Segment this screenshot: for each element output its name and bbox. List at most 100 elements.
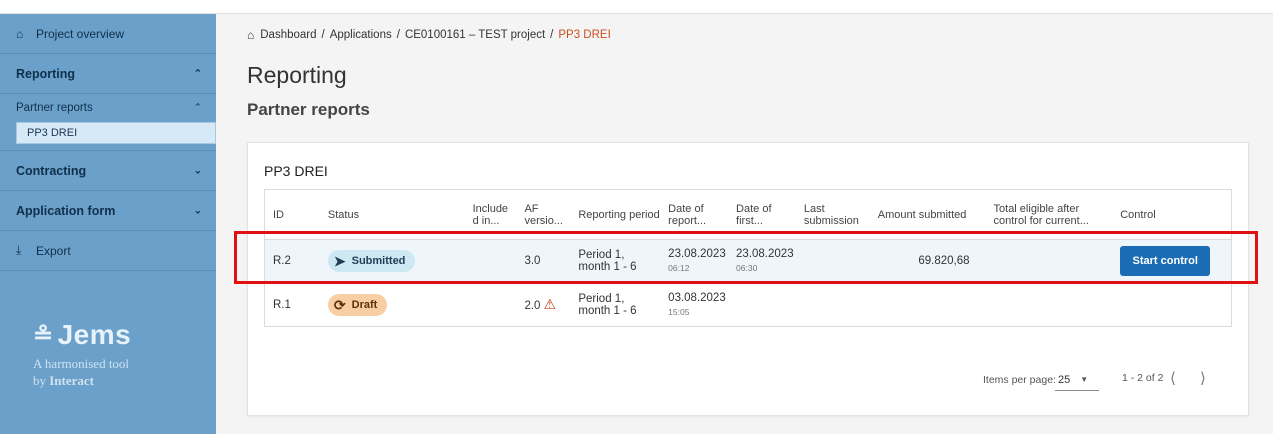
period-line2: month 1 - 6 xyxy=(578,261,637,273)
header-control[interactable]: Control xyxy=(1112,209,1231,221)
next-page-icon[interactable]: ⟩ xyxy=(1200,369,1206,387)
reports-table: ID Status Include d in... AF versio... R… xyxy=(264,189,1232,327)
items-per-page-value: 25 xyxy=(1058,373,1071,386)
status-label: Submitted xyxy=(351,255,406,267)
cell-reporting-period: Period 1, month 1 - 6 xyxy=(570,293,660,317)
logo-tag-org: Interact xyxy=(49,373,95,388)
items-per-page-label: Items per page: xyxy=(983,374,1056,386)
cell-date-of-report: 23.08.2023 06:12 xyxy=(660,248,728,274)
breadcrumb: ⌂ Dashboard / Applications / CE0100161 –… xyxy=(247,28,611,42)
sidebar-item-label: PP3 DREI xyxy=(27,127,78,139)
header-total-eligible[interactable]: Total eligible after control for current… xyxy=(980,203,1113,227)
home-icon[interactable]: ⌂ xyxy=(247,28,254,42)
items-per-page-select[interactable]: 25 ▼ xyxy=(1055,369,1099,391)
breadcrumb-item-current: PP3 DREI xyxy=(558,29,611,41)
page-title: Reporting xyxy=(247,62,347,88)
sidebar-item-label: Reporting xyxy=(16,66,76,81)
sidebar-item-label: Export xyxy=(36,243,71,258)
header-id[interactable]: ID xyxy=(265,209,320,221)
sidebar: ⌂ Project overview Reporting ⌃ Partner r… xyxy=(0,14,216,434)
cell-id: R.1 xyxy=(273,298,291,311)
report-time: 15:05 xyxy=(668,306,690,317)
sidebar-item-label: Partner reports xyxy=(16,102,93,114)
cell-status: ➤ Submitted xyxy=(320,250,465,272)
cell-date-of-report: 03.08.2023 15:05 xyxy=(660,292,728,318)
breadcrumb-item-project[interactable]: CE0100161 – TEST project xyxy=(405,29,545,41)
table-header: ID Status Include d in... AF versio... R… xyxy=(265,190,1231,240)
header-status[interactable]: Status xyxy=(320,209,465,221)
card-title: PP3 DREI xyxy=(264,163,328,179)
cell-status: ⟳ Draft xyxy=(320,293,465,316)
chevron-down-icon: ⌄ xyxy=(193,165,202,176)
logo-tag-by: by xyxy=(33,373,46,388)
page-range: 1 - 2 of 2 xyxy=(1122,372,1164,384)
breadcrumb-item-applications[interactable]: Applications xyxy=(330,29,392,41)
status-label: Draft xyxy=(351,298,378,311)
start-control-button[interactable]: Start control xyxy=(1120,246,1211,276)
period-line2: month 1 - 6 xyxy=(578,304,637,317)
chevron-up-icon: ⌃ xyxy=(193,68,202,79)
report-date: 23.08.2023 xyxy=(668,248,726,260)
sidebar-item-project-overview[interactable]: ⌂ Project overview xyxy=(0,14,216,54)
dropdown-arrow-icon: ▼ xyxy=(1080,375,1089,384)
chevron-down-icon: ⌄ xyxy=(193,205,202,216)
period-line1: Period 1, xyxy=(578,292,625,305)
sidebar-item-label: Contracting xyxy=(16,163,87,178)
logo-tag-line1: A harmonised tool xyxy=(33,356,130,371)
sidebar-item-export[interactable]: ⤓ Export xyxy=(0,231,216,271)
breadcrumb-separator: / xyxy=(321,29,325,41)
logo-brand: ≗ Jems xyxy=(33,319,131,351)
cell-af-version: 3.0 xyxy=(524,255,541,267)
report-date: 03.08.2023 xyxy=(668,291,726,304)
table-row[interactable]: R.2 ➤ Submitted 3.0 Period 1, month 1 - … xyxy=(265,240,1231,283)
sidebar-group-partner-reports: Partner reports ⌃ PP3 DREI xyxy=(0,94,216,151)
chevron-up-icon: ⌃ xyxy=(193,102,202,114)
sidebar-item-contracting[interactable]: Contracting ⌄ xyxy=(0,151,216,191)
download-icon: ⤓ xyxy=(16,243,22,257)
main-content: ⌂ Dashboard / Applications / CE0100161 –… xyxy=(216,14,1273,434)
status-badge: ➤ Submitted xyxy=(327,250,416,272)
home-icon: ⌂ xyxy=(16,26,24,41)
header-amount-submitted[interactable]: Amount submitted xyxy=(870,209,980,221)
breadcrumb-separator: / xyxy=(396,29,400,41)
header-reporting-period[interactable]: Reporting period xyxy=(570,209,660,221)
paginator: Items per page: 25 ▼ 1 - 2 of 2 ⟨ ⟩ xyxy=(248,365,1248,395)
header-date-of-first[interactable]: Date of first... xyxy=(728,203,796,227)
first-time: 06:30 xyxy=(736,263,758,273)
sidebar-item-reporting[interactable]: Reporting ⌃ xyxy=(0,54,216,94)
breadcrumb-item-dashboard[interactable]: Dashboard xyxy=(260,29,316,41)
breadcrumb-separator: / xyxy=(550,29,554,41)
logo-tagline: A harmonised tool by Interact xyxy=(33,355,131,389)
period-line1: Period 1, xyxy=(578,249,625,261)
status-badge: ⟳ Draft xyxy=(327,293,388,316)
report-time: 06:12 xyxy=(668,263,690,273)
header-af-version[interactable]: AF versio... xyxy=(516,203,570,227)
af-version-value: 2.0 xyxy=(524,299,541,312)
sidebar-item-label: Application form xyxy=(16,203,116,218)
warning-triangle-icon: ⚠ xyxy=(543,295,557,312)
cell-reporting-period: Period 1, month 1 - 6 xyxy=(570,249,660,273)
header-included[interactable]: Include d in... xyxy=(465,203,517,227)
cell-control: Start control xyxy=(1112,246,1231,276)
sidebar-item-label: Project overview xyxy=(36,26,125,41)
sidebar-item-application-form[interactable]: Application form ⌄ xyxy=(0,191,216,231)
logo-brand-text: Jems xyxy=(57,319,132,350)
first-date: 23.08.2023 xyxy=(736,248,794,260)
reports-card: PP3 DREI ID Status Include d in... AF ve… xyxy=(247,142,1249,416)
cell-af-version: 2.0 ⚠ xyxy=(516,295,570,312)
header-date-of-report[interactable]: Date of report... xyxy=(660,203,728,227)
cell-id: R.2 xyxy=(273,255,291,267)
jems-mark-icon: ≗ xyxy=(33,321,54,349)
send-arrow-icon: ➤ xyxy=(333,253,346,269)
table-row[interactable]: R.1 ⟳ Draft 2.0 ⚠ Period 1, month 1 - 6 0… xyxy=(265,283,1231,326)
cell-amount-submitted: 69.820,68 xyxy=(918,255,970,267)
sidebar-item-pp3-drei[interactable]: PP3 DREI xyxy=(16,122,216,144)
previous-page-icon[interactable]: ⟨ xyxy=(1170,369,1176,387)
jems-logo: ≗ Jems A harmonised tool by Interact xyxy=(33,319,131,389)
top-bar xyxy=(0,0,1273,14)
sidebar-item-partner-reports[interactable]: Partner reports ⌃ xyxy=(0,94,216,122)
cell-date-of-first: 23.08.2023 06:30 xyxy=(728,248,796,274)
page-subtitle: Partner reports xyxy=(247,100,370,119)
draft-circle-icon: ⟳ xyxy=(333,296,346,313)
header-last-submission[interactable]: Last submission xyxy=(796,203,870,227)
